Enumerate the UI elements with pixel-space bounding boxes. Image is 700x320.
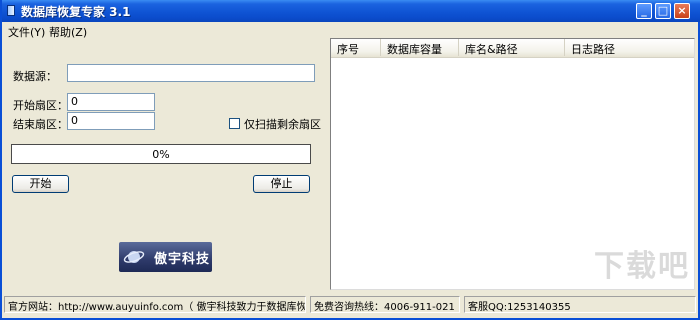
close-icon: ×: [677, 4, 687, 17]
close-button[interactable]: ×: [674, 3, 690, 19]
maximize-button[interactable]: □: [655, 3, 671, 19]
main-window: 数据库恢复专家 3.1 _ □ × 文件(Y) 帮助(Z) 数据源： 开始扇区：…: [0, 0, 700, 320]
status-hotline: 免费咨询热线：4006-911-021: [310, 296, 460, 313]
data-source-label: 数据源：: [13, 70, 57, 83]
start-sector-input[interactable]: 0: [67, 93, 155, 111]
start-sector-label: 开始扇区：: [13, 99, 68, 112]
status-bar: 官方网站：http://www.auyuinfo.com（ 傲宇科技致力于数据库…: [2, 293, 698, 316]
maximize-icon: □: [657, 4, 669, 17]
app-icon: [7, 5, 15, 16]
column-header-index[interactable]: 序号: [331, 39, 381, 56]
window-title: 数据库恢复专家 3.1: [21, 5, 131, 19]
list-header: 序号 数据库容量 库名&路径 日志路径: [331, 39, 694, 58]
watermark: 下载吧: [594, 249, 690, 284]
stop-button[interactable]: 停止: [253, 175, 310, 193]
logo-text: 傲宇科技: [154, 252, 211, 267]
scan-remaining-checkbox[interactable]: [229, 118, 240, 129]
status-website: 官方网站：http://www.auyuinfo.com（ 傲宇科技致力于数据库…: [4, 296, 306, 313]
column-header-db-path[interactable]: 库名&路径: [459, 39, 565, 56]
minimize-button[interactable]: _: [636, 3, 652, 19]
company-logo: 傲宇科技: [119, 242, 212, 272]
minimize-icon: _: [641, 4, 647, 17]
end-sector-input[interactable]: 0: [67, 112, 155, 130]
settings-panel: 数据源： 开始扇区： 0 结束扇区： 0 仅扫描剩余扇区 0% 开始 停止 傲宇…: [4, 38, 326, 290]
data-source-input[interactable]: [67, 64, 315, 82]
progress-label: 0%: [152, 148, 170, 161]
end-sector-label: 结束扇区：: [13, 118, 68, 131]
scan-remaining-label: 仅扫描剩余扇区: [244, 118, 321, 131]
column-header-log-path[interactable]: 日志路径: [565, 39, 694, 56]
status-qq: 客服QQ:1253140355: [464, 296, 696, 313]
progress-bar: 0%: [11, 144, 311, 164]
title-bar[interactable]: 数据库恢复专家 3.1 _ □ ×: [2, 0, 700, 22]
results-list[interactable]: 序号 数据库容量 库名&路径 日志路径 下载吧: [330, 38, 695, 290]
start-button[interactable]: 开始: [12, 175, 69, 193]
planet-icon: [123, 251, 145, 263]
column-header-db-size[interactable]: 数据库容量: [381, 39, 459, 56]
